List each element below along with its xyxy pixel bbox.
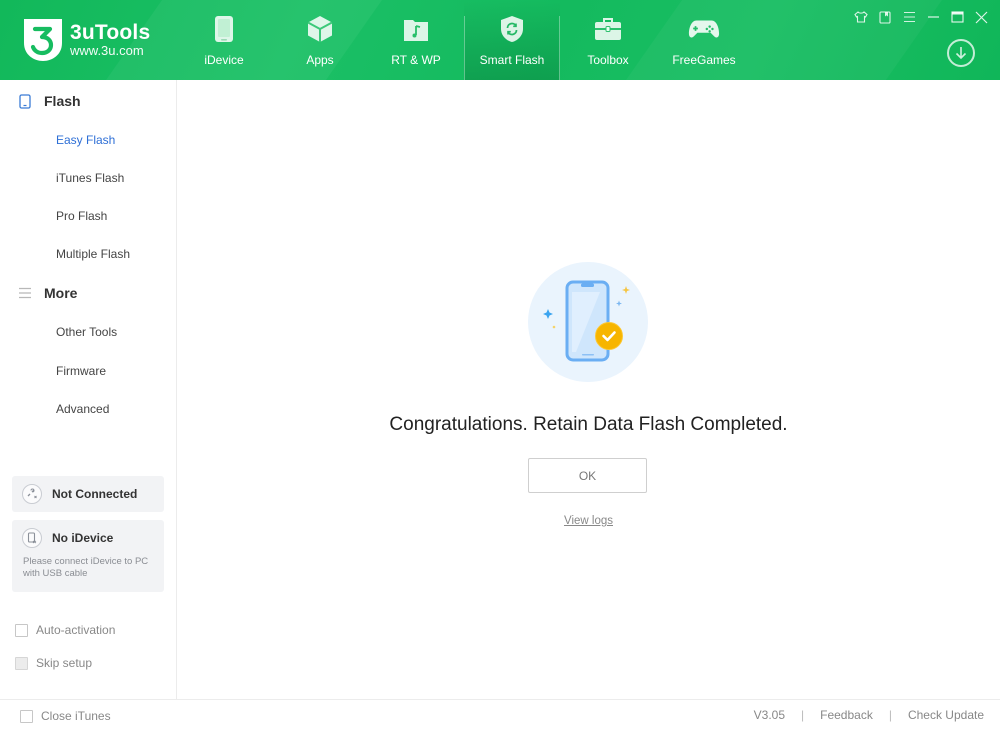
main-nav: iDevice Apps RT & WP Smart Flash Toolbox xyxy=(176,0,752,80)
separator: | xyxy=(801,708,805,722)
phone-icon xyxy=(208,13,240,45)
checkbox-box[interactable] xyxy=(15,656,28,670)
menu-icon[interactable] xyxy=(900,8,918,26)
sidebar-item-itunes-flash[interactable]: iTunes Flash xyxy=(56,171,124,185)
sidebar-item-easy-flash[interactable]: Easy Flash xyxy=(56,133,115,147)
toolbox-icon xyxy=(592,13,624,45)
sidebar: Flash Easy Flash iTunes Flash Pro Flash … xyxy=(0,80,177,699)
close-itunes-checkbox[interactable]: Close iTunes xyxy=(20,709,111,723)
close-icon[interactable] xyxy=(972,8,990,26)
logo-badge-icon xyxy=(22,17,64,63)
sidebar-item-other-tools[interactable]: Other Tools xyxy=(56,325,117,339)
sidebar-item-multiple-flash[interactable]: Multiple Flash xyxy=(56,247,130,261)
device-hint: Please connect iDevice to PC with USB ca… xyxy=(23,556,149,579)
cube-icon xyxy=(304,13,336,45)
view-logs-link[interactable]: View logs xyxy=(564,515,613,527)
nav-rt-wp[interactable]: RT & WP xyxy=(368,0,464,80)
nav-idevice[interactable]: iDevice xyxy=(176,0,272,80)
bookmark-icon[interactable] xyxy=(876,8,894,26)
connection-status-card: Not Connected xyxy=(12,476,164,512)
sidebar-item-firmware[interactable]: Firmware xyxy=(56,364,106,378)
app-url: www.3u.com xyxy=(70,43,144,58)
nav-toolbox[interactable]: Toolbox xyxy=(560,0,656,80)
success-message: Congratulations. Retain Data Flash Compl… xyxy=(389,414,788,435)
minimize-icon[interactable] xyxy=(924,8,942,26)
skip-setup-checkbox[interactable]: Skip setup xyxy=(15,656,92,670)
nav-freegames[interactable]: FreeGames xyxy=(656,0,752,80)
disconnected-icon xyxy=(22,484,42,504)
window-controls xyxy=(852,8,990,26)
separator: | xyxy=(888,708,892,722)
download-button[interactable] xyxy=(947,39,975,67)
ok-button[interactable]: OK xyxy=(528,458,647,493)
connection-status: Not Connected xyxy=(52,487,138,501)
top-bar: 3uTools www.3u.com iDevice Apps RT & WP xyxy=(0,0,1000,80)
skin-icon[interactable] xyxy=(852,8,870,26)
list-icon xyxy=(17,285,33,301)
no-device-icon xyxy=(22,528,42,548)
app-logo: 3uTools www.3u.com xyxy=(22,17,150,63)
app-name: 3uTools xyxy=(70,21,151,44)
checkbox-box[interactable] xyxy=(15,623,28,637)
device-status-card: No iDevice Please connect iDevice to PC … xyxy=(12,520,164,592)
device-status: No iDevice xyxy=(52,531,114,545)
gamepad-icon xyxy=(688,13,720,45)
checkbox-box[interactable] xyxy=(20,709,33,723)
section-flash: Flash xyxy=(17,93,81,109)
check-update-link[interactable]: Check Update xyxy=(908,708,984,722)
section-more: More xyxy=(17,285,77,301)
arrow-down-icon xyxy=(955,47,967,60)
sidebar-item-pro-flash[interactable]: Pro Flash xyxy=(56,209,107,223)
auto-activation-checkbox[interactable]: Auto-activation xyxy=(15,623,115,637)
status-bar: Close iTunes V3.05 | Feedback | Check Up… xyxy=(0,699,1000,729)
nav-apps[interactable]: Apps xyxy=(272,0,368,80)
flash-success-illustration xyxy=(528,262,648,382)
nav-smart-flash[interactable]: Smart Flash xyxy=(464,0,560,80)
feedback-link[interactable]: Feedback xyxy=(820,708,873,722)
shield-refresh-icon xyxy=(496,13,528,45)
music-folder-icon xyxy=(400,13,432,45)
main-content: Congratulations. Retain Data Flash Compl… xyxy=(177,80,1000,699)
tablet-icon xyxy=(17,93,33,109)
sidebar-item-advanced[interactable]: Advanced xyxy=(56,402,109,416)
maximize-icon[interactable] xyxy=(948,8,966,26)
version-label: V3.05 xyxy=(753,708,785,722)
